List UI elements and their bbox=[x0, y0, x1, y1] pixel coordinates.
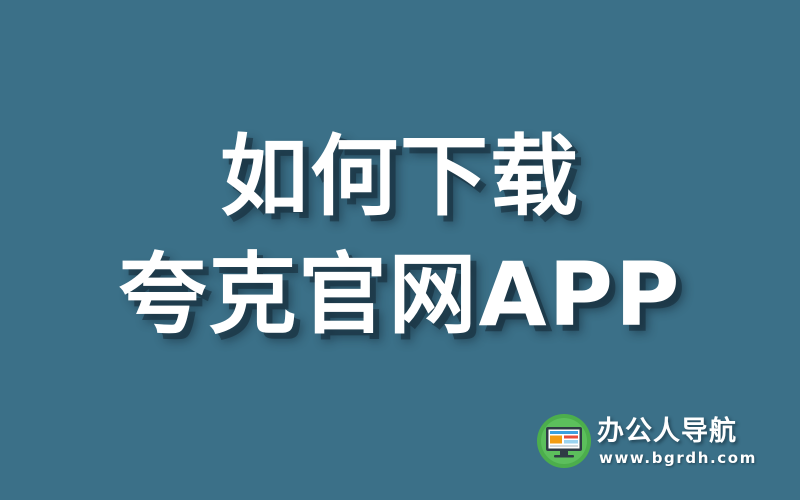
monitor-icon bbox=[537, 414, 591, 468]
headline-line-2: 夸克官网APP bbox=[118, 243, 682, 346]
banner-canvas: 如何下载 夸克官网APP 办公人导航 www.bgrdh.com bbox=[0, 0, 800, 500]
brand-name: 办公人导航 bbox=[597, 416, 737, 447]
brand-url: www.bgrdh.com bbox=[599, 449, 757, 467]
headline-line-1: 如何下载 bbox=[219, 125, 580, 228]
brand-watermark: 办公人导航 www.bgrdh.com bbox=[537, 414, 777, 474]
